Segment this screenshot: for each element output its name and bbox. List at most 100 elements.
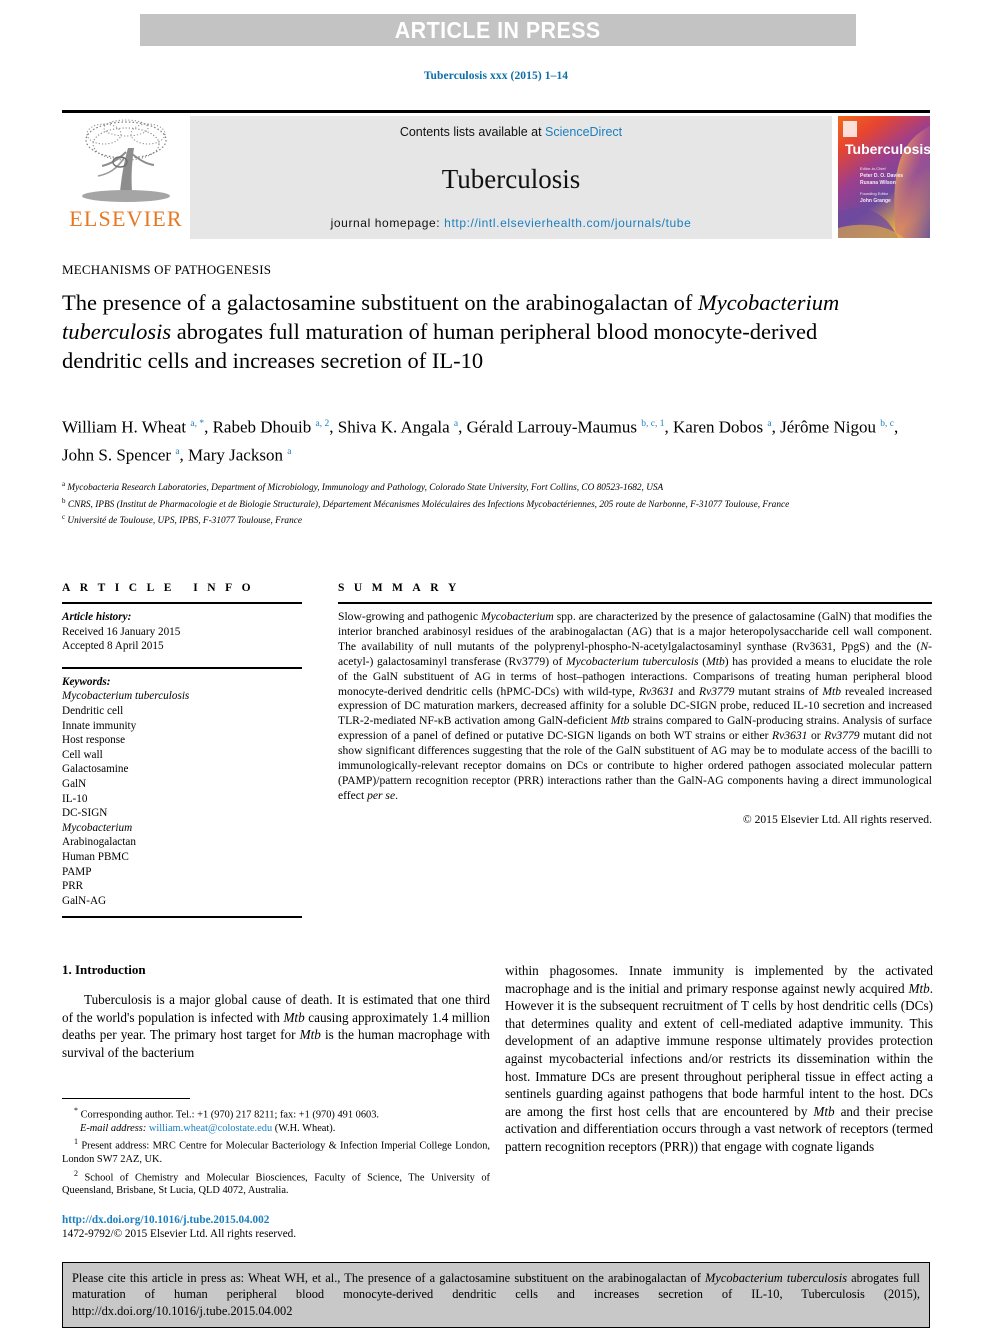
affiliation-item: b CNRS, IPBS (Institut de Pharmacologie … bbox=[62, 496, 790, 510]
email-label: E-mail address: bbox=[80, 1122, 147, 1134]
author-affiliation-mark: a bbox=[175, 446, 180, 457]
affiliation-item: c Université de Toulouse, UPS, IPBS, F-3… bbox=[62, 513, 302, 527]
article-info-column: A R T I C L E I N F O Article history: R… bbox=[62, 582, 302, 919]
elsevier-logo: ELSEVIER bbox=[62, 116, 190, 239]
author-affiliation-mark: b, c, 1 bbox=[641, 419, 665, 429]
author-affiliation-mark: a, * bbox=[190, 419, 205, 429]
keyword-item: Cell wall bbox=[62, 748, 103, 761]
author-affiliation-mark: b, c bbox=[880, 419, 894, 429]
journal-cover-image: Tuberculosis Editor-in-Chief Peter D. O.… bbox=[838, 116, 931, 238]
keyword-item: Dendritic cell bbox=[62, 704, 124, 717]
author-affiliation-mark: a bbox=[767, 419, 772, 429]
sciencedirect-link[interactable]: ScienceDirect bbox=[545, 125, 622, 139]
affiliation-mark: a bbox=[62, 480, 66, 488]
affiliation-mark: c bbox=[62, 513, 66, 522]
running-head: Tuberculosis xxx (2015) 1–14 bbox=[423, 70, 569, 82]
issn-copyright-line: 1472-9792/© 2015 Elsevier Ltd. All right… bbox=[62, 1228, 297, 1240]
footnote-block: * Corresponding author. Tel.: +1 (970) 2… bbox=[62, 1098, 490, 1198]
received-date: Received 16 January 2015 bbox=[62, 625, 181, 638]
author-name: Jérôme Nigou bbox=[780, 417, 881, 437]
article-info-heading: A R T I C L E I N F O bbox=[62, 582, 255, 594]
affiliation-list: a Mycobacteria Research Laboratories, De… bbox=[62, 478, 932, 528]
journal-homepage-line: journal homepage: http://intl.elsevierhe… bbox=[331, 216, 692, 230]
keyword-item: DC-SIGN bbox=[62, 807, 108, 820]
summary-text: Slow-growing and pathogenic Mycobacteriu… bbox=[338, 610, 932, 802]
homepage-label: journal homepage: bbox=[330, 216, 445, 230]
author-affiliation-mark: a, 2 bbox=[315, 419, 330, 429]
summary-rule bbox=[338, 602, 932, 604]
section-category-label: MECHANISMS OF PATHOGENESIS bbox=[62, 262, 272, 277]
title-part-2: abrogates full maturation of human perip… bbox=[62, 319, 818, 373]
svg-text:Tuberculosis: Tuberculosis bbox=[845, 141, 930, 157]
journal-masthead: ELSEVIER Contents lists available at Sci… bbox=[62, 110, 931, 239]
introduction-paragraph-left: Tuberculosis is a major global cause of … bbox=[62, 992, 490, 1060]
author-affiliation-mark: a bbox=[287, 446, 292, 457]
author-list: William H. Wheat a, *, Rabeb Dhouib a, 2… bbox=[62, 417, 899, 465]
keyword-item: Arabinogalactan bbox=[62, 836, 136, 849]
citation-box: Please cite this article in press as: Wh… bbox=[62, 1262, 930, 1328]
journal-title: Tuberculosis bbox=[441, 164, 581, 194]
introduction-right-column: within phagosomes. Innate immunity is im… bbox=[505, 962, 933, 1156]
author-name: Mary Jackson bbox=[188, 445, 288, 465]
article-in-press-label: ARTICLE IN PRESS bbox=[395, 16, 601, 43]
summary-heading: S U M M A R Y bbox=[338, 582, 460, 594]
email-link[interactable]: william.wheat@colostate.edu bbox=[149, 1123, 272, 1134]
keywords-rule-top bbox=[62, 666, 302, 669]
keyword-item: GalN-AG bbox=[62, 894, 107, 907]
keyword-item: GalN bbox=[62, 777, 87, 790]
masthead-center: Contents lists available at ScienceDirec… bbox=[190, 116, 832, 239]
accepted-date: Accepted 8 April 2015 bbox=[62, 640, 164, 653]
keyword-items: Mycobacterium tuberculosis Dendritic cell… bbox=[62, 689, 302, 908]
keywords-rule-bottom bbox=[62, 916, 302, 919]
journal-cover-thumbnail: Tuberculosis Editor-in-Chief Peter D. O.… bbox=[838, 116, 931, 239]
affiliation-item: a Mycobacteria Research Laboratories, De… bbox=[62, 480, 664, 494]
svg-text:Founding Editor: Founding Editor bbox=[860, 191, 889, 196]
author-name: Karen Dobos bbox=[673, 417, 768, 437]
introduction-left-column: 1. Introduction Tuberculosis is a major … bbox=[62, 962, 490, 1061]
svg-text:Editor-in-Chief: Editor-in-Chief bbox=[860, 166, 886, 171]
introduction-heading: 1. Introduction bbox=[62, 962, 146, 977]
footnote-rule bbox=[62, 1098, 190, 1099]
keyword-item: PAMP bbox=[62, 865, 92, 878]
keyword-item: Human PBMC bbox=[62, 850, 129, 863]
article-in-press-banner: ARTICLE IN PRESS bbox=[140, 14, 856, 46]
contents-prefix: Contents lists available at bbox=[399, 125, 546, 139]
contents-list-line: Contents lists available at ScienceDirec… bbox=[400, 125, 622, 139]
page-title: The presence of a galactosamine substitu… bbox=[62, 288, 882, 375]
keywords-label: Keywords: bbox=[62, 675, 111, 688]
keyword-item: Galactosamine bbox=[62, 763, 129, 776]
footnote-email: E-mail address: william.wheat@colostate.… bbox=[62, 1122, 490, 1135]
summary-column: S U M M A R Y Slow-growing and pathogeni… bbox=[338, 582, 932, 826]
article-history-label: Article history: bbox=[62, 611, 132, 623]
journal-homepage-link[interactable]: http://intl.elsevierhealth.com/journals/… bbox=[444, 216, 691, 230]
author-name: William H. Wheat bbox=[62, 417, 191, 437]
author-name: Shiva K. Angala bbox=[337, 417, 454, 437]
email-owner: (W.H. Wheat). bbox=[274, 1122, 336, 1134]
svg-text:Peter D. O. Davies: Peter D. O. Davies bbox=[860, 173, 903, 179]
elsevier-wordmark: ELSEVIER bbox=[69, 206, 183, 231]
svg-text:Ruxana Wilson: Ruxana Wilson bbox=[860, 180, 896, 186]
article-history-block: Article history: Received 16 January 201… bbox=[62, 610, 302, 654]
svg-text:John Grange: John Grange bbox=[860, 198, 891, 204]
author-name: Gérald Larrouy-Maumus bbox=[466, 417, 642, 437]
introduction-paragraph-right: within phagosomes. Innate immunity is im… bbox=[505, 963, 933, 1154]
keywords-block: Keywords: Mycobacterium tuberculosis Dend… bbox=[62, 675, 302, 909]
doi-link[interactable]: http://dx.doi.org/10.1016/j.tube.2015.04… bbox=[62, 1213, 490, 1227]
keyword-item: Mycobacterium bbox=[62, 821, 133, 834]
footnote-note-1: 1 Present address: MRC Centre for Molecu… bbox=[62, 1137, 490, 1166]
article-info-rule bbox=[62, 602, 302, 604]
doi-block: http://dx.doi.org/10.1016/j.tube.2015.04… bbox=[62, 1213, 490, 1241]
author-affiliation-mark: a bbox=[453, 419, 459, 429]
summary-copyright: © 2015 Elsevier Ltd. All rights reserved… bbox=[742, 812, 932, 826]
affiliation-mark: b bbox=[62, 496, 66, 505]
keyword-item: Innate immunity bbox=[62, 719, 137, 732]
footnote-note-2: 2 School of Chemistry and Molecular Bios… bbox=[62, 1168, 490, 1197]
keyword-item: Mycobacterium tuberculosis bbox=[62, 690, 190, 703]
elsevier-tree-icon bbox=[82, 119, 170, 202]
keyword-item: Host response bbox=[62, 734, 126, 747]
paper-page: ARTICLE IN PRESS Tuberculosis xxx (2015)… bbox=[0, 0, 992, 1328]
title-part-1: The presence of a galactosamine substitu… bbox=[62, 290, 698, 315]
keyword-item: IL-10 bbox=[62, 792, 88, 805]
footnote-corresponding-author: * Corresponding author. Tel.: +1 (970) 2… bbox=[74, 1106, 380, 1121]
author-name: Rabeb Dhouib bbox=[212, 417, 316, 437]
